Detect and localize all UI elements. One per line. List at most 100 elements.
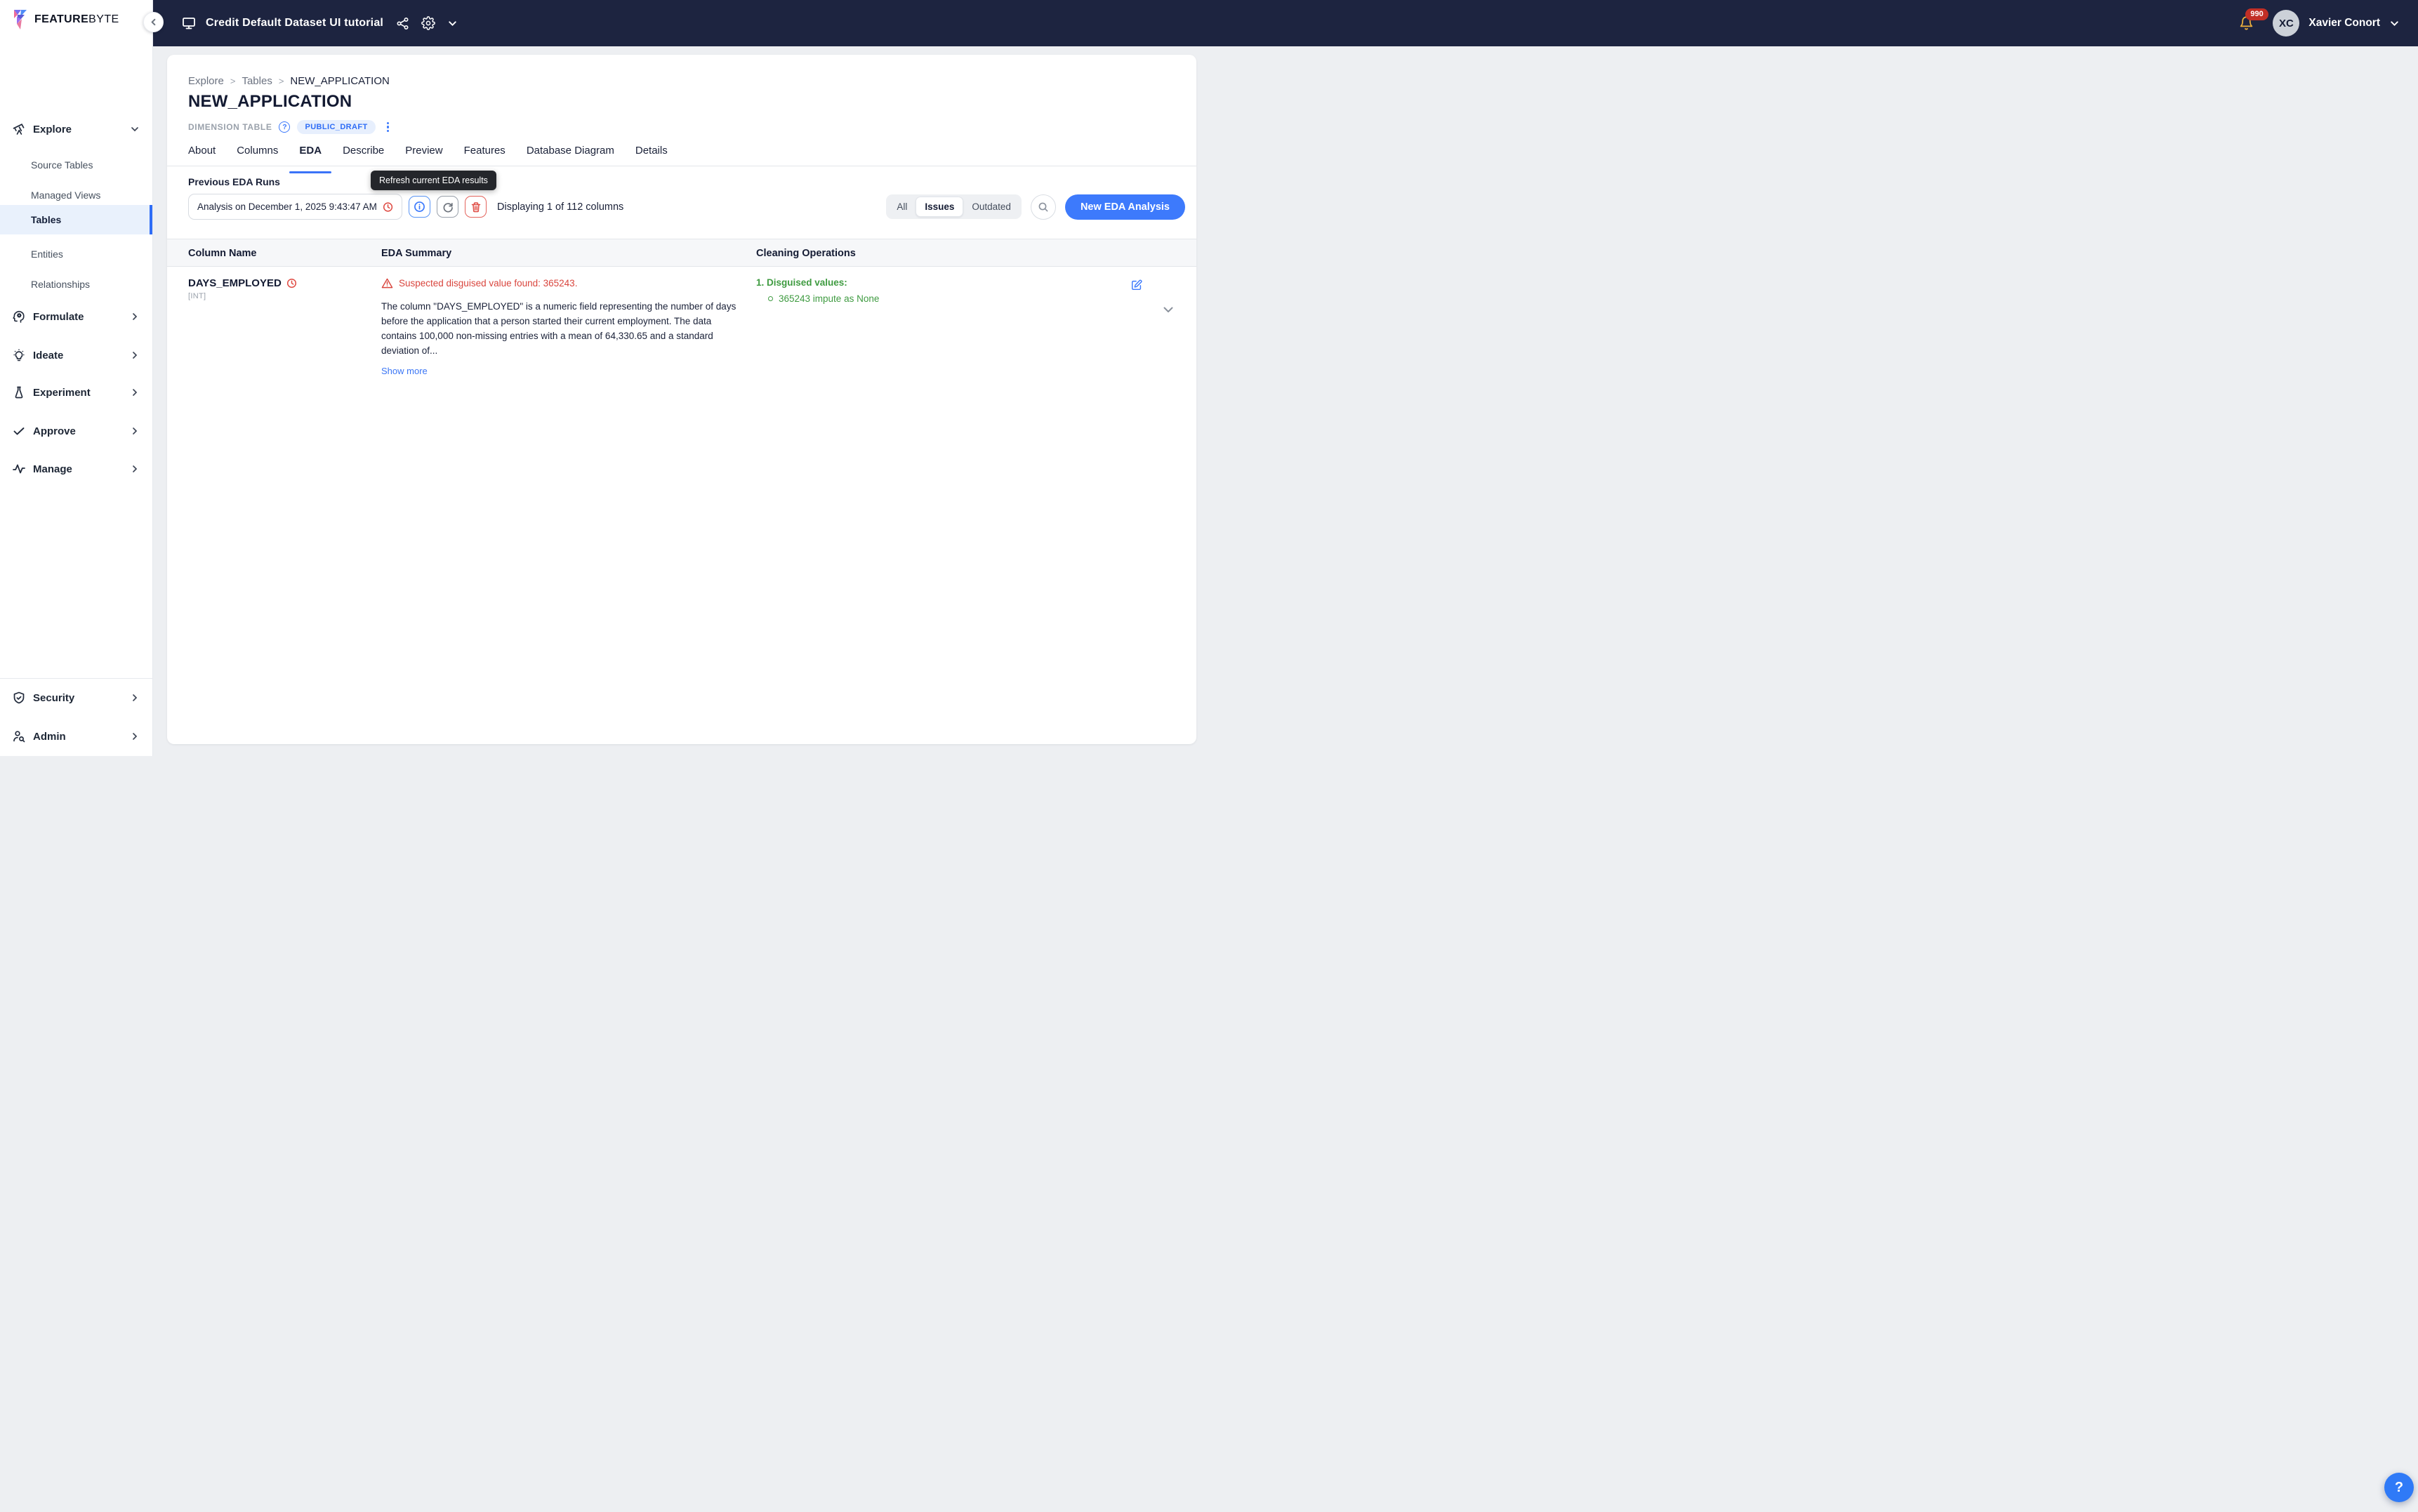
tab-features[interactable]: Features: [464, 145, 506, 166]
sidebar-divider: [0, 678, 152, 679]
chevron-down-icon: [1161, 303, 1175, 317]
tab-database-diagram[interactable]: Database Diagram: [527, 145, 614, 166]
avatar[interactable]: XC: [2273, 10, 2299, 37]
notification-count-badge: 990: [2245, 8, 2268, 20]
new-eda-analysis-button[interactable]: New EDA Analysis: [1065, 194, 1185, 220]
eda-summary-cell: Suspected disguised value found: 365243.…: [381, 277, 738, 378]
flask-icon: [11, 385, 27, 399]
show-more-link[interactable]: Show more: [381, 366, 428, 376]
sidebar-group-label: Formulate: [33, 311, 130, 323]
sidebar: FEATUREBYTE Explore Source Tables Manage…: [0, 0, 153, 756]
sidebar-group-explore[interactable]: Explore: [0, 118, 152, 140]
sidebar-group-approve[interactable]: Approve: [0, 420, 152, 442]
chevron-right-icon: [130, 464, 140, 474]
outdated-clock-icon: [383, 201, 393, 213]
eda-summary-text: The column "DAYS_EMPLOYED" is a numeric …: [381, 299, 738, 358]
topbar: Credit Default Dataset UI tutorial 990 X…: [153, 0, 2418, 46]
sidebar-group-formulate[interactable]: Formulate: [0, 305, 152, 328]
chevron-right-icon: [130, 731, 140, 741]
expand-row-chevron[interactable]: [1161, 303, 1175, 317]
chevron-right-icon: [130, 693, 140, 703]
sidebar-group-label: Ideate: [33, 350, 130, 362]
tab-preview[interactable]: Preview: [405, 145, 442, 166]
edit-icon: [1130, 279, 1143, 291]
activity-icon: [11, 462, 27, 476]
sidebar-group-label: Manage: [33, 463, 130, 475]
user-name: Xavier Conort: [2308, 17, 2380, 29]
check-icon: [11, 424, 27, 438]
notifications-bell[interactable]: 990: [2239, 15, 2254, 31]
brain-gear-icon: [11, 310, 27, 324]
sidebar-item-source-tables[interactable]: Source Tables: [0, 153, 152, 177]
displaying-count-text: Displaying 1 of 112 columns: [497, 201, 623, 213]
sidebar-group-ideate[interactable]: Ideate: [0, 344, 152, 366]
telescope-icon: [11, 122, 27, 136]
monitor-icon: [181, 15, 197, 31]
filter-outdated[interactable]: Outdated: [963, 197, 1019, 216]
sidebar-group-admin[interactable]: Admin: [0, 725, 152, 748]
breadcrumb-separator: >: [279, 76, 284, 86]
sidebar-item-tables[interactable]: Tables: [0, 205, 152, 234]
tab-columns[interactable]: Columns: [237, 145, 278, 166]
sidebar-group-label: Approve: [33, 425, 130, 437]
search-icon: [1038, 201, 1049, 213]
tab-describe[interactable]: Describe: [343, 145, 384, 166]
eda-controls-row: Analysis on December 1, 2025 9:43:47 AM: [188, 194, 1185, 220]
gear-icon[interactable]: [421, 16, 435, 30]
table-detail-card: Explore > Tables > NEW_APPLICATION NEW_A…: [167, 55, 1196, 744]
filter-all[interactable]: All: [888, 197, 916, 216]
breadcrumb-explore[interactable]: Explore: [188, 75, 224, 87]
sidebar-item-managed-views[interactable]: Managed Views: [0, 183, 152, 207]
cleaning-operations-cell: 1. Disguised values: 365243 impute as No…: [756, 277, 879, 304]
table-header-row: Column Name EDA Summary Cleaning Operati…: [167, 239, 1196, 267]
page-title: NEW_APPLICATION: [188, 92, 352, 112]
tab-about[interactable]: About: [188, 145, 216, 166]
breadcrumb-tables[interactable]: Tables: [242, 75, 272, 87]
chevron-right-icon: [130, 426, 140, 436]
sidebar-group-experiment[interactable]: Experiment: [0, 381, 152, 404]
eda-run-selected-value: Analysis on December 1, 2025 9:43:47 AM: [197, 201, 377, 212]
tab-eda[interactable]: EDA: [299, 145, 322, 166]
info-icon: [414, 201, 425, 213]
eda-run-select[interactable]: Analysis on December 1, 2025 9:43:47 AM: [188, 194, 402, 220]
filter-issues[interactable]: Issues: [916, 197, 963, 217]
help-button[interactable]: ?: [2384, 1473, 2414, 1502]
chevron-down-icon[interactable]: [447, 18, 458, 29]
featurebyte-logo-icon: [11, 8, 29, 31]
sidebar-item-entities[interactable]: Entities: [0, 242, 152, 266]
chevron-right-icon: [130, 312, 140, 321]
kebab-menu-icon[interactable]: [383, 121, 393, 134]
search-button[interactable]: [1031, 194, 1056, 220]
breadcrumb-current: NEW_APPLICATION: [290, 75, 389, 87]
table-meta-row: DIMENSION TABLE ? PUBLIC_DRAFT: [188, 120, 393, 134]
sidebar-group-label: Experiment: [33, 387, 130, 399]
status-badge: PUBLIC_DRAFT: [297, 120, 375, 134]
column-dtype: [INT]: [188, 292, 297, 300]
warning-text: Suspected disguised value found: 365243.: [399, 278, 577, 289]
column-header-name: Column Name: [188, 239, 257, 267]
table-row: DAYS_EMPLOYED [INT] Suspected disguised …: [167, 267, 1196, 393]
column-name-cell: DAYS_EMPLOYED [INT]: [188, 277, 297, 300]
share-icon[interactable]: [396, 17, 409, 30]
delete-run-button[interactable]: [465, 196, 487, 218]
sidebar-group-security[interactable]: Security: [0, 687, 152, 709]
logo-wordmark: FEATUREBYTE: [34, 13, 119, 26]
run-info-button[interactable]: [409, 196, 430, 218]
sidebar-group-manage[interactable]: Manage: [0, 458, 152, 480]
refresh-eda-button[interactable]: [437, 196, 458, 218]
tab-details[interactable]: Details: [635, 145, 668, 166]
filter-segmented-control: All Issues Outdated: [886, 194, 1022, 219]
user-menu-chevron-icon[interactable]: [2389, 18, 2400, 29]
lightbulb-icon: [11, 348, 27, 362]
main-content: Explore > Tables > NEW_APPLICATION NEW_A…: [153, 46, 2418, 1512]
sidebar-item-relationships[interactable]: Relationships: [0, 272, 152, 296]
user-search-icon: [11, 729, 27, 743]
refresh-icon: [442, 201, 454, 213]
chevron-right-icon: [130, 387, 140, 397]
logo[interactable]: FEATUREBYTE: [11, 8, 119, 31]
sidebar-collapse-button[interactable]: [143, 12, 164, 32]
cleaning-operation-title: 1. Disguised values:: [756, 277, 879, 288]
edit-cleaning-button[interactable]: [1130, 279, 1143, 291]
sidebar-group-label: Admin: [33, 731, 130, 743]
help-circle-icon[interactable]: ?: [279, 121, 290, 133]
